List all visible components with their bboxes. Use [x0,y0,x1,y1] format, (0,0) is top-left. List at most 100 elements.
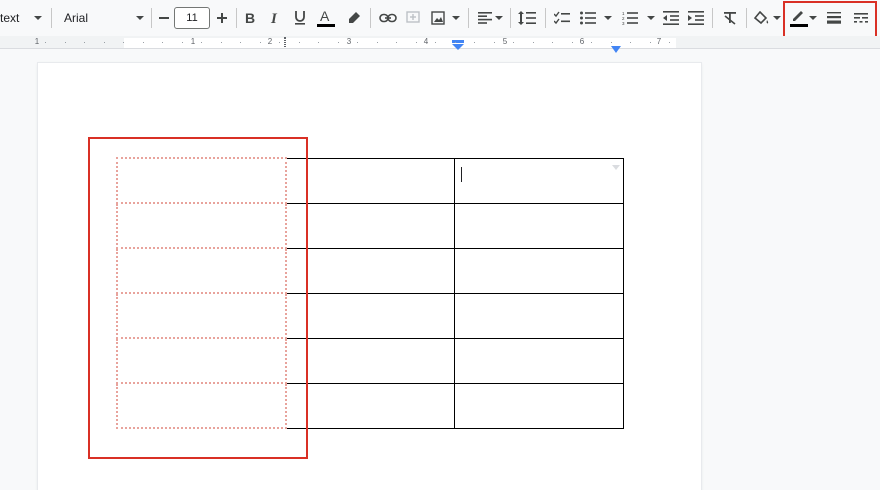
font-family-dropdown[interactable]: Arial [64,0,88,36]
paragraph-style-dropdown[interactable]: text [0,0,19,36]
table-cell[interactable] [285,292,455,339]
insert-image-caret-icon[interactable] [450,0,462,36]
numbered-list-button[interactable]: 123 [620,0,640,36]
ruler-tick [104,42,105,43]
text-color-button[interactable]: A [315,0,337,36]
cell-menu-caret-icon[interactable] [611,164,620,170]
font-size-input[interactable]: 11 [174,7,210,29]
decrease-indent-icon [663,11,679,25]
ruler-tick [630,42,631,43]
ruler-tick [474,42,475,43]
ruler-tick [552,42,553,43]
line-spacing-button[interactable] [516,0,538,36]
ruler-page-area [124,38,676,48]
ruler-number: 7 [656,37,662,46]
increase-indent-icon [688,11,704,25]
toolbar-divider [746,8,747,28]
increase-font-size-button[interactable] [210,0,234,36]
toolbar-divider [712,8,713,28]
toolbar: text Arial 11 B I A 1 2 3 [0,0,880,38]
add-comment-icon [406,11,420,23]
increase-indent-button[interactable] [685,0,707,36]
underline-button[interactable] [290,0,310,36]
numbered-list-icon: 123 [622,11,638,25]
line-spacing-icon [518,11,536,25]
ruler-tick [143,42,144,43]
ruler-tick [357,42,358,43]
bold-icon: B [245,11,255,25]
bulleted-list-caret-icon[interactable] [602,0,614,36]
toolbar-divider [468,8,469,28]
ruler-tick [572,42,573,43]
underline-icon [295,11,305,25]
table-cell[interactable] [285,157,455,204]
ruler-tick [435,42,436,43]
font-family-caret-icon[interactable] [133,0,147,36]
toolbar-divider [370,8,371,28]
cell-background-caret-icon[interactable] [772,0,782,36]
ruler-tick [416,42,417,43]
decrease-indent-button[interactable] [660,0,682,36]
bulleted-list-icon [580,11,596,25]
ruler-tick [611,42,612,43]
table-cell[interactable] [285,202,455,249]
table-cell[interactable] [453,337,624,384]
insert-image-button[interactable] [428,0,448,36]
text-color-icon: A [317,8,335,27]
align-caret-icon[interactable] [493,0,505,36]
font-size-value: 11 [186,12,198,24]
table-cell[interactable] [453,157,624,204]
ruler-number: 1 [34,37,40,46]
checklist-button[interactable] [551,0,573,36]
ruler-number: 5 [502,37,508,46]
align-left-icon [478,12,492,24]
link-icon [379,13,397,23]
ruler-tick [240,42,241,43]
table-cell[interactable] [453,202,624,249]
first-column-highlight [88,137,308,459]
ruler-tick [533,42,534,43]
paragraph-style-caret-icon[interactable] [31,0,45,36]
svg-text:A: A [320,8,330,24]
bulleted-list-button[interactable] [578,0,598,36]
ruler-tick [201,42,202,43]
ruler-tick [182,42,183,43]
add-comment-button[interactable] [403,0,423,36]
svg-text:B: B [245,11,255,25]
ruler-tick [591,42,592,43]
table-cell[interactable] [453,247,624,294]
toolbar-divider [51,8,52,28]
paint-bucket-icon [754,11,769,25]
decrease-font-size-button[interactable] [153,0,174,36]
clear-formatting-icon [724,12,736,25]
clear-formatting-button[interactable] [719,0,741,36]
highlight-color-button[interactable] [344,0,364,36]
plus-icon [217,13,227,23]
table-cell[interactable] [285,337,455,384]
align-button[interactable] [475,0,495,36]
minus-icon [158,17,169,19]
font-family-label: Arial [64,11,89,25]
table-cell[interactable] [453,292,624,339]
left-indent-marker[interactable] [452,37,464,55]
ruler-tick [318,42,319,43]
bold-button[interactable]: B [240,0,260,36]
ruler-column-marker[interactable] [284,37,286,47]
insert-link-button[interactable] [377,0,399,36]
cell-background-color-button[interactable] [752,0,772,36]
ruler-number: 6 [579,37,585,46]
ruler-tick [650,42,651,43]
table-cell[interactable] [285,247,455,294]
toolbar-divider [545,8,546,28]
table-cell[interactable] [285,382,455,429]
horizontal-ruler[interactable]: 1 1 2 3 4 5 6 7 [0,36,880,53]
ruler-number: 4 [423,37,429,46]
numbered-list-caret-icon[interactable] [645,0,657,36]
right-indent-marker[interactable] [611,40,621,58]
ruler-tick [377,42,378,43]
ruler-number: 3 [346,37,352,46]
italic-button[interactable]: I [265,0,285,36]
checklist-icon [554,11,570,25]
table-cell[interactable] [453,382,624,429]
ruler-tick [45,42,46,43]
